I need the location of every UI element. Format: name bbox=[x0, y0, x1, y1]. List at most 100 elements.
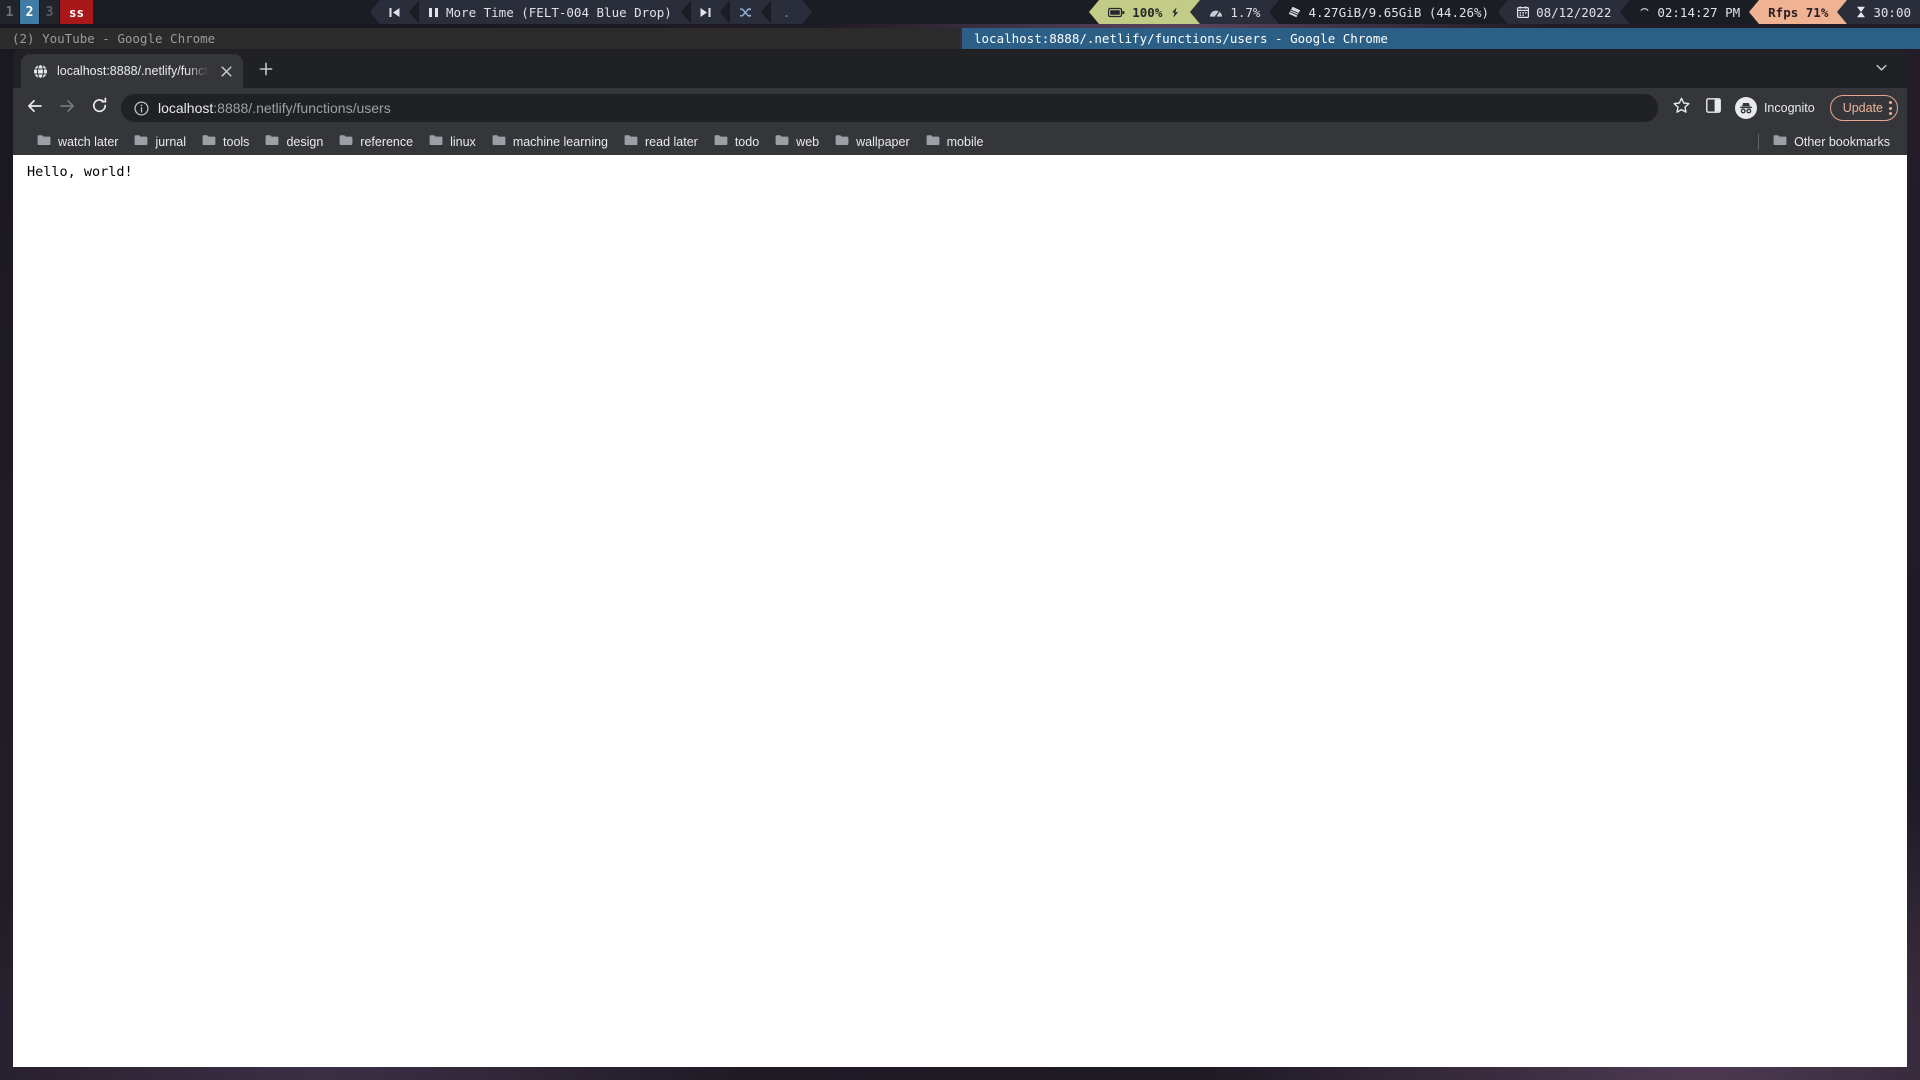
bookmark-label: wallpaper bbox=[856, 134, 910, 149]
address-bar-text: localhost:8888/.netlify/functions/users bbox=[158, 100, 391, 116]
bookmark-item-wallpaper[interactable]: wallpaper bbox=[827, 131, 918, 152]
browser-toolbar: localhost:8888/.netlify/functions/users … bbox=[13, 88, 1907, 128]
update-label: Update bbox=[1842, 101, 1883, 115]
close-icon[interactable] bbox=[218, 63, 235, 80]
folder-icon bbox=[202, 134, 216, 149]
folder-icon bbox=[1773, 134, 1787, 149]
date-module[interactable]: 08/12/2022 bbox=[1508, 0, 1621, 24]
pause-icon bbox=[428, 7, 439, 18]
bookmark-item-jurnal[interactable]: jurnal bbox=[126, 131, 194, 152]
media-next-button[interactable] bbox=[690, 0, 720, 24]
reload-icon bbox=[91, 97, 108, 119]
separator-media-left bbox=[370, 0, 380, 24]
incognito-indicator[interactable]: Incognito bbox=[1730, 94, 1826, 122]
bookmarks-bar: watch later jurnal tools design referenc… bbox=[13, 128, 1907, 155]
fps-module[interactable]: Rfps 71% bbox=[1759, 0, 1838, 24]
bookmark-label: machine learning bbox=[512, 134, 609, 149]
workspace-button-1[interactable]: 1 bbox=[0, 0, 20, 24]
update-button[interactable]: Update bbox=[1829, 95, 1898, 121]
url-path: :8888/.netlify/functions/users bbox=[213, 100, 391, 116]
bookmark-item-watch-later[interactable]: watch later bbox=[29, 131, 126, 152]
folder-icon bbox=[134, 134, 148, 149]
battery-full-icon bbox=[1108, 7, 1125, 18]
bookmark-label: watch later bbox=[58, 134, 119, 149]
three-dots-menu-icon[interactable] bbox=[1889, 101, 1892, 115]
next-track-icon bbox=[700, 7, 711, 18]
battery-module[interactable]: 100% bbox=[1099, 0, 1191, 24]
folder-icon bbox=[339, 134, 353, 149]
folder-icon bbox=[265, 134, 279, 149]
bookmark-button[interactable] bbox=[1666, 92, 1698, 124]
back-button[interactable] bbox=[19, 92, 51, 124]
clock-icon bbox=[1639, 7, 1650, 18]
memory-module[interactable]: 4.27GiB/9.65GiB (44.26%) bbox=[1279, 0, 1499, 24]
chevron-down-icon bbox=[1875, 61, 1888, 79]
separator-battery-left bbox=[1089, 0, 1100, 24]
chrome-window: localhost:8888/.netlify/functio localhos… bbox=[13, 49, 1907, 1067]
bookmark-label: read later bbox=[645, 134, 698, 149]
folder-icon bbox=[624, 134, 638, 149]
address-bar[interactable]: localhost:8888/.netlify/functions/users bbox=[121, 94, 1658, 122]
separator-cpu-left bbox=[1190, 0, 1201, 24]
mode-indicator[interactable]: ss bbox=[60, 0, 94, 24]
calendar-icon bbox=[1517, 6, 1530, 18]
separator-timer-left bbox=[1837, 0, 1848, 24]
clock-value: 02:14:27 PM bbox=[1657, 4, 1741, 20]
separator-time-left bbox=[1620, 0, 1631, 24]
bookmark-item-web[interactable]: web bbox=[767, 131, 827, 152]
cpu-value: 1.7% bbox=[1230, 4, 1261, 20]
cpu-module[interactable]: 1.7% bbox=[1200, 0, 1270, 24]
star-icon bbox=[1673, 97, 1690, 119]
bookmark-label: design bbox=[286, 134, 324, 149]
media-extra-module[interactable]: . bbox=[770, 0, 803, 24]
status-bar: 1 2 3 ss More Time (FELT-004 Blue Drop) bbox=[0, 0, 1920, 24]
tab-search-button[interactable] bbox=[1868, 57, 1894, 83]
other-bookmarks-button[interactable]: Other bookmarks bbox=[1765, 131, 1898, 152]
bookmark-item-todo[interactable]: todo bbox=[706, 131, 767, 152]
workspace-button-3[interactable]: 3 bbox=[40, 0, 60, 24]
bookmark-item-design[interactable]: design bbox=[257, 131, 331, 152]
battery-percentage: 100% bbox=[1132, 4, 1163, 20]
forward-button[interactable] bbox=[51, 92, 83, 124]
media-prev-button[interactable] bbox=[380, 0, 409, 24]
url-host: localhost bbox=[158, 100, 214, 116]
bookmark-item-mobile[interactable]: mobile bbox=[918, 131, 992, 152]
reload-button[interactable] bbox=[83, 92, 115, 124]
plus-icon bbox=[259, 62, 273, 81]
statusbar-left-spacer bbox=[93, 0, 370, 24]
folder-icon bbox=[37, 134, 51, 149]
bookmark-item-tools[interactable]: tools bbox=[194, 131, 257, 152]
media-shuffle-button[interactable] bbox=[729, 0, 761, 24]
bookmark-item-read-later[interactable]: read later bbox=[616, 131, 706, 152]
side-panel-button[interactable] bbox=[1698, 92, 1730, 124]
bookmark-item-reference[interactable]: reference bbox=[331, 131, 421, 152]
bookmarks-divider bbox=[1758, 133, 1760, 150]
hourglass-icon bbox=[1856, 6, 1866, 18]
window-title-inactive[interactable]: (2) YouTube - Google Chrome bbox=[0, 28, 960, 49]
cpu-gauge-icon bbox=[1209, 7, 1223, 18]
media-track-title: More Time (FELT-004 Blue Drop) bbox=[446, 4, 672, 20]
info-circle-icon[interactable] bbox=[134, 100, 149, 116]
timer-module[interactable]: 30:00 bbox=[1847, 0, 1920, 24]
statusbar-right-spacer bbox=[812, 0, 1089, 24]
other-bookmarks-label: Other bookmarks bbox=[1794, 134, 1890, 149]
separator-fps-left bbox=[1749, 0, 1760, 24]
bookmark-label: jurnal bbox=[155, 134, 187, 149]
bookmark-item-machine-learning[interactable]: machine learning bbox=[484, 131, 616, 152]
tab-title: localhost:8888/.netlify/functio bbox=[57, 64, 209, 78]
previous-track-icon bbox=[389, 7, 400, 18]
window-title-active[interactable]: localhost:8888/.netlify/functions/users … bbox=[962, 28, 1920, 49]
bookmark-item-linux[interactable]: linux bbox=[421, 131, 484, 152]
folder-icon bbox=[835, 134, 849, 149]
bookmark-label: mobile bbox=[946, 134, 984, 149]
browser-tab[interactable]: localhost:8888/.netlify/functio bbox=[21, 54, 243, 88]
page-body-text: Hello, world! bbox=[27, 164, 133, 180]
folder-icon bbox=[926, 134, 940, 149]
separator-media-mid bbox=[409, 0, 419, 24]
separator-media-dot-l bbox=[760, 0, 771, 24]
workspace-button-2[interactable]: 2 bbox=[20, 0, 40, 24]
new-tab-button[interactable] bbox=[252, 57, 280, 85]
clock-module[interactable]: 02:14:27 PM bbox=[1630, 0, 1750, 24]
media-playpause-button[interactable]: More Time (FELT-004 Blue Drop) bbox=[419, 0, 681, 24]
bookmark-label: tools bbox=[223, 134, 250, 149]
